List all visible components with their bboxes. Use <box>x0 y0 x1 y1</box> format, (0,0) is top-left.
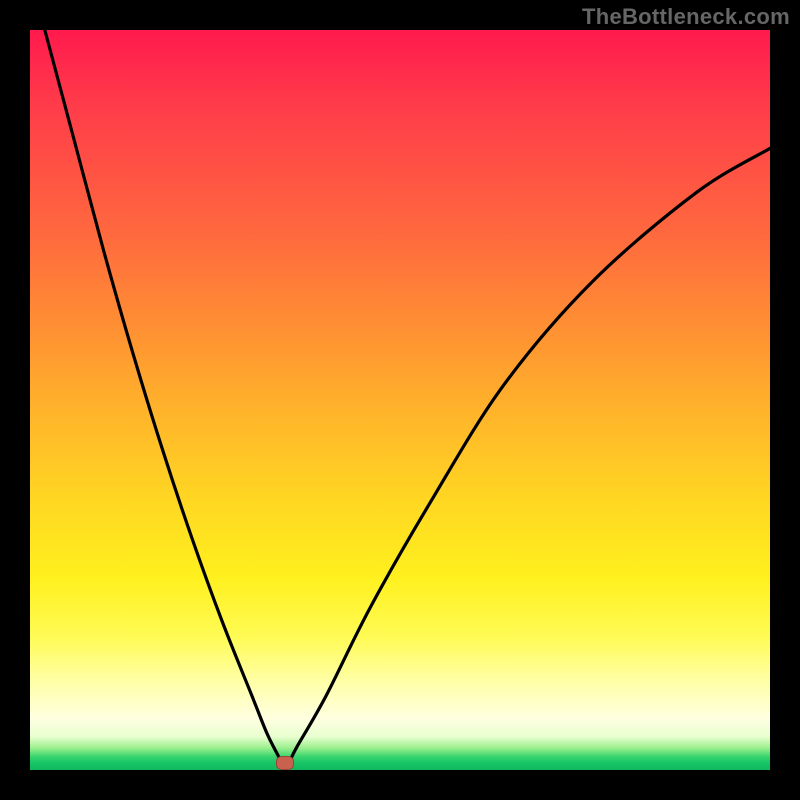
bottleneck-curve <box>30 30 770 770</box>
plot-area <box>30 30 770 770</box>
watermark-text: TheBottleneck.com <box>582 4 790 30</box>
optimum-marker <box>276 756 294 770</box>
chart-frame: TheBottleneck.com <box>0 0 800 800</box>
